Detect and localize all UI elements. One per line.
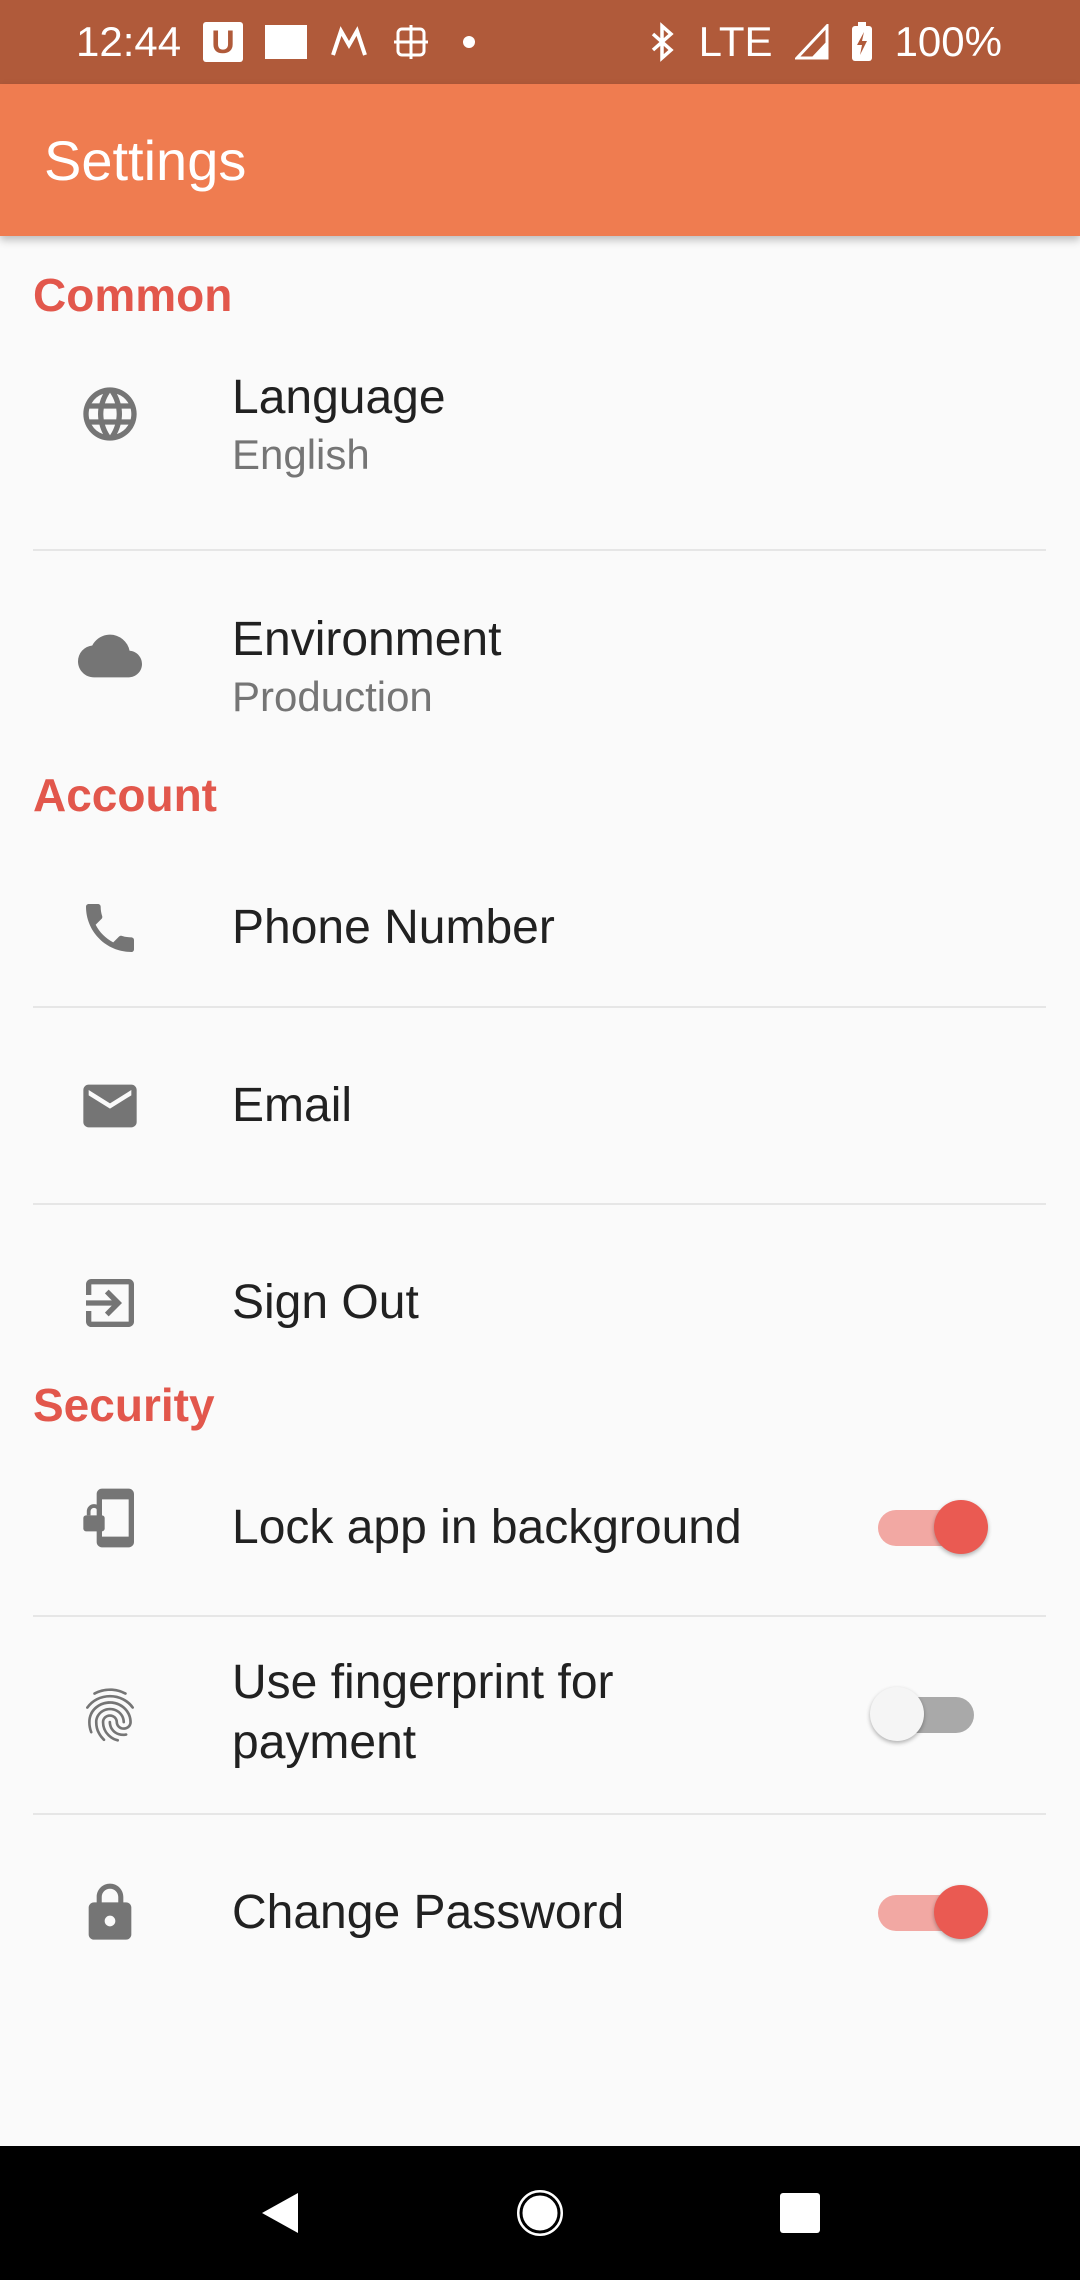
phone-icon xyxy=(76,894,144,962)
recents-icon[interactable] xyxy=(768,2181,832,2245)
language-value: English xyxy=(232,431,370,478)
home-icon[interactable] xyxy=(508,2181,572,2245)
setting-environment[interactable]: Environment Production xyxy=(0,592,1080,792)
fingerprint-text: Use fingerprint for payment xyxy=(232,1653,672,1773)
setting-fingerprint[interactable]: Use fingerprint for payment xyxy=(0,1617,1080,1813)
change-password-text: Change Password xyxy=(232,1883,624,1943)
mail-icon xyxy=(76,1072,144,1140)
divider xyxy=(33,549,1046,551)
lock-app-text: Lock app in background xyxy=(232,1498,742,1558)
change-password-title: Change Password xyxy=(232,1886,625,1939)
bluetooth-icon xyxy=(647,22,677,62)
navigation-bar xyxy=(0,2146,1080,2280)
more-notifications-dot xyxy=(463,36,476,48)
phone-lock-icon xyxy=(76,1484,144,1552)
app-bar: Settings xyxy=(0,84,1080,236)
language-text: Language English xyxy=(232,368,446,482)
fingerprint-toggle[interactable] xyxy=(868,1679,988,1749)
status-right: LTE 100% xyxy=(647,18,1002,66)
section-header-security: Security xyxy=(33,1379,215,1431)
phone-title: Phone Number xyxy=(232,901,555,954)
status-time: 12:44 xyxy=(76,18,182,65)
environment-title: Environment xyxy=(232,613,502,666)
setting-email[interactable]: Email xyxy=(0,1008,1080,1204)
signal-icon xyxy=(794,24,829,60)
toggle-thumb xyxy=(870,1687,924,1741)
globe-icon xyxy=(76,380,144,448)
toggle-thumb xyxy=(934,1885,988,1939)
setting-change-password[interactable]: Change Password xyxy=(0,1815,1080,2011)
lock-icon xyxy=(76,1879,144,1947)
battery-icon xyxy=(851,22,873,62)
section-header-account: Account xyxy=(33,769,217,821)
grid-app-icon xyxy=(391,22,431,62)
u-icon: U xyxy=(203,22,244,62)
status-left: 12:44 U xyxy=(76,18,476,66)
language-title: Language xyxy=(232,371,446,424)
back-icon[interactable] xyxy=(248,2181,312,2245)
fingerprint-title: Use fingerprint for payment xyxy=(232,1656,614,1769)
setting-language[interactable]: Language English xyxy=(0,350,1080,550)
phone-text: Phone Number xyxy=(232,898,555,958)
network-type: LTE xyxy=(698,18,773,65)
page-title: Settings xyxy=(44,128,247,192)
email-title: Email xyxy=(232,1079,353,1132)
environment-value: Production xyxy=(232,673,433,720)
setting-lock-app[interactable]: Lock app in background xyxy=(0,1440,1080,1616)
change-password-toggle[interactable] xyxy=(868,1877,988,1947)
setting-phone-number[interactable]: Phone Number xyxy=(0,848,1080,1008)
mail-app-icon xyxy=(329,22,369,62)
section-header-common: Common xyxy=(33,269,233,321)
zomato-icon xyxy=(265,25,308,59)
setting-sign-out[interactable]: Sign Out xyxy=(0,1205,1080,1401)
cloud-icon xyxy=(76,622,144,690)
lock-app-toggle[interactable] xyxy=(868,1492,988,1562)
status-bar: 12:44 U LTE 100% xyxy=(0,0,1080,84)
toggle-thumb xyxy=(934,1500,988,1554)
email-text: Email xyxy=(232,1076,352,1136)
battery-percent: 100% xyxy=(894,18,1002,65)
environment-text: Environment Production xyxy=(232,610,501,724)
lock-app-title: Lock app in background xyxy=(232,1501,742,1554)
sign-out-title: Sign Out xyxy=(232,1276,419,1329)
fingerprint-icon xyxy=(76,1681,144,1749)
sign-out-icon xyxy=(76,1269,144,1337)
sign-out-text: Sign Out xyxy=(232,1273,419,1333)
